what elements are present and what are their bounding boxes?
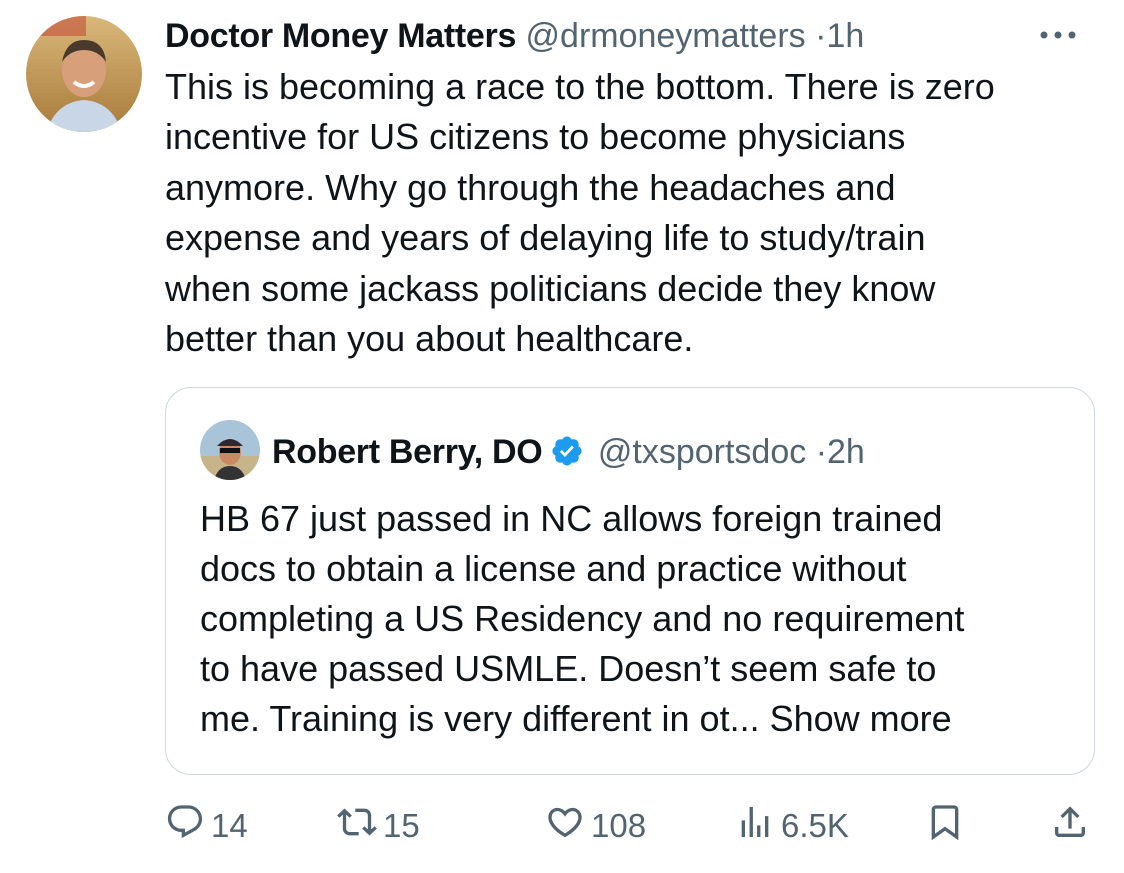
share-button[interactable]: [1050, 800, 1096, 852]
quoted-tweet-time[interactable]: 2h: [827, 433, 865, 471]
views-icon: [735, 802, 781, 850]
quoted-author-handle[interactable]: @txsportsdoc: [598, 433, 806, 471]
reply-button[interactable]: 14: [165, 800, 248, 852]
author-name[interactable]: Doctor Money Matters: [165, 17, 516, 55]
action-bar: 14 15 108 6.5K: [165, 800, 1095, 852]
like-icon: [545, 802, 591, 850]
bookmark-button[interactable]: [925, 800, 971, 852]
quoted-author-avatar[interactable]: [200, 420, 260, 480]
show-more-link[interactable]: Show more: [770, 698, 952, 739]
header-separator: ·: [815, 17, 827, 55]
verified-badge-icon: [550, 434, 584, 468]
quoted-tweet-text: HB 67 just passed in NC allows foreign t…: [200, 494, 1070, 744]
retweet-icon: [337, 802, 383, 850]
author-avatar[interactable]: [26, 16, 142, 132]
quoted-tweet-card[interactable]: Robert Berry, DO @txsportsdoc ·2h HB 67 …: [165, 387, 1095, 775]
quoted-tweet-header: Robert Berry, DO @txsportsdoc ·2h: [272, 430, 865, 474]
author-handle[interactable]: @drmoneymatters: [526, 17, 806, 55]
reply-icon: [165, 802, 211, 850]
views-button[interactable]: 6.5K: [735, 800, 849, 852]
bookmark-icon: [925, 802, 971, 850]
like-count: 108: [591, 807, 647, 844]
like-button[interactable]: 108: [545, 800, 646, 852]
tweet-time[interactable]: 1h: [826, 17, 864, 55]
retweet-button[interactable]: 15: [337, 800, 420, 852]
reply-count: 14: [211, 807, 248, 844]
retweet-count: 15: [383, 807, 420, 844]
tweet-text: This is becoming a race to the bottom. T…: [165, 66, 995, 360]
quoted-author-name[interactable]: Robert Berry, DO: [272, 433, 543, 471]
views-count: 6.5K: [781, 807, 849, 844]
share-icon: [1050, 802, 1096, 850]
more-icon[interactable]: [1034, 20, 1094, 50]
tweet-header: Doctor Money Matters @drmoneymatters ·1h: [165, 14, 864, 58]
quoted-header-separator: ·: [815, 433, 828, 471]
